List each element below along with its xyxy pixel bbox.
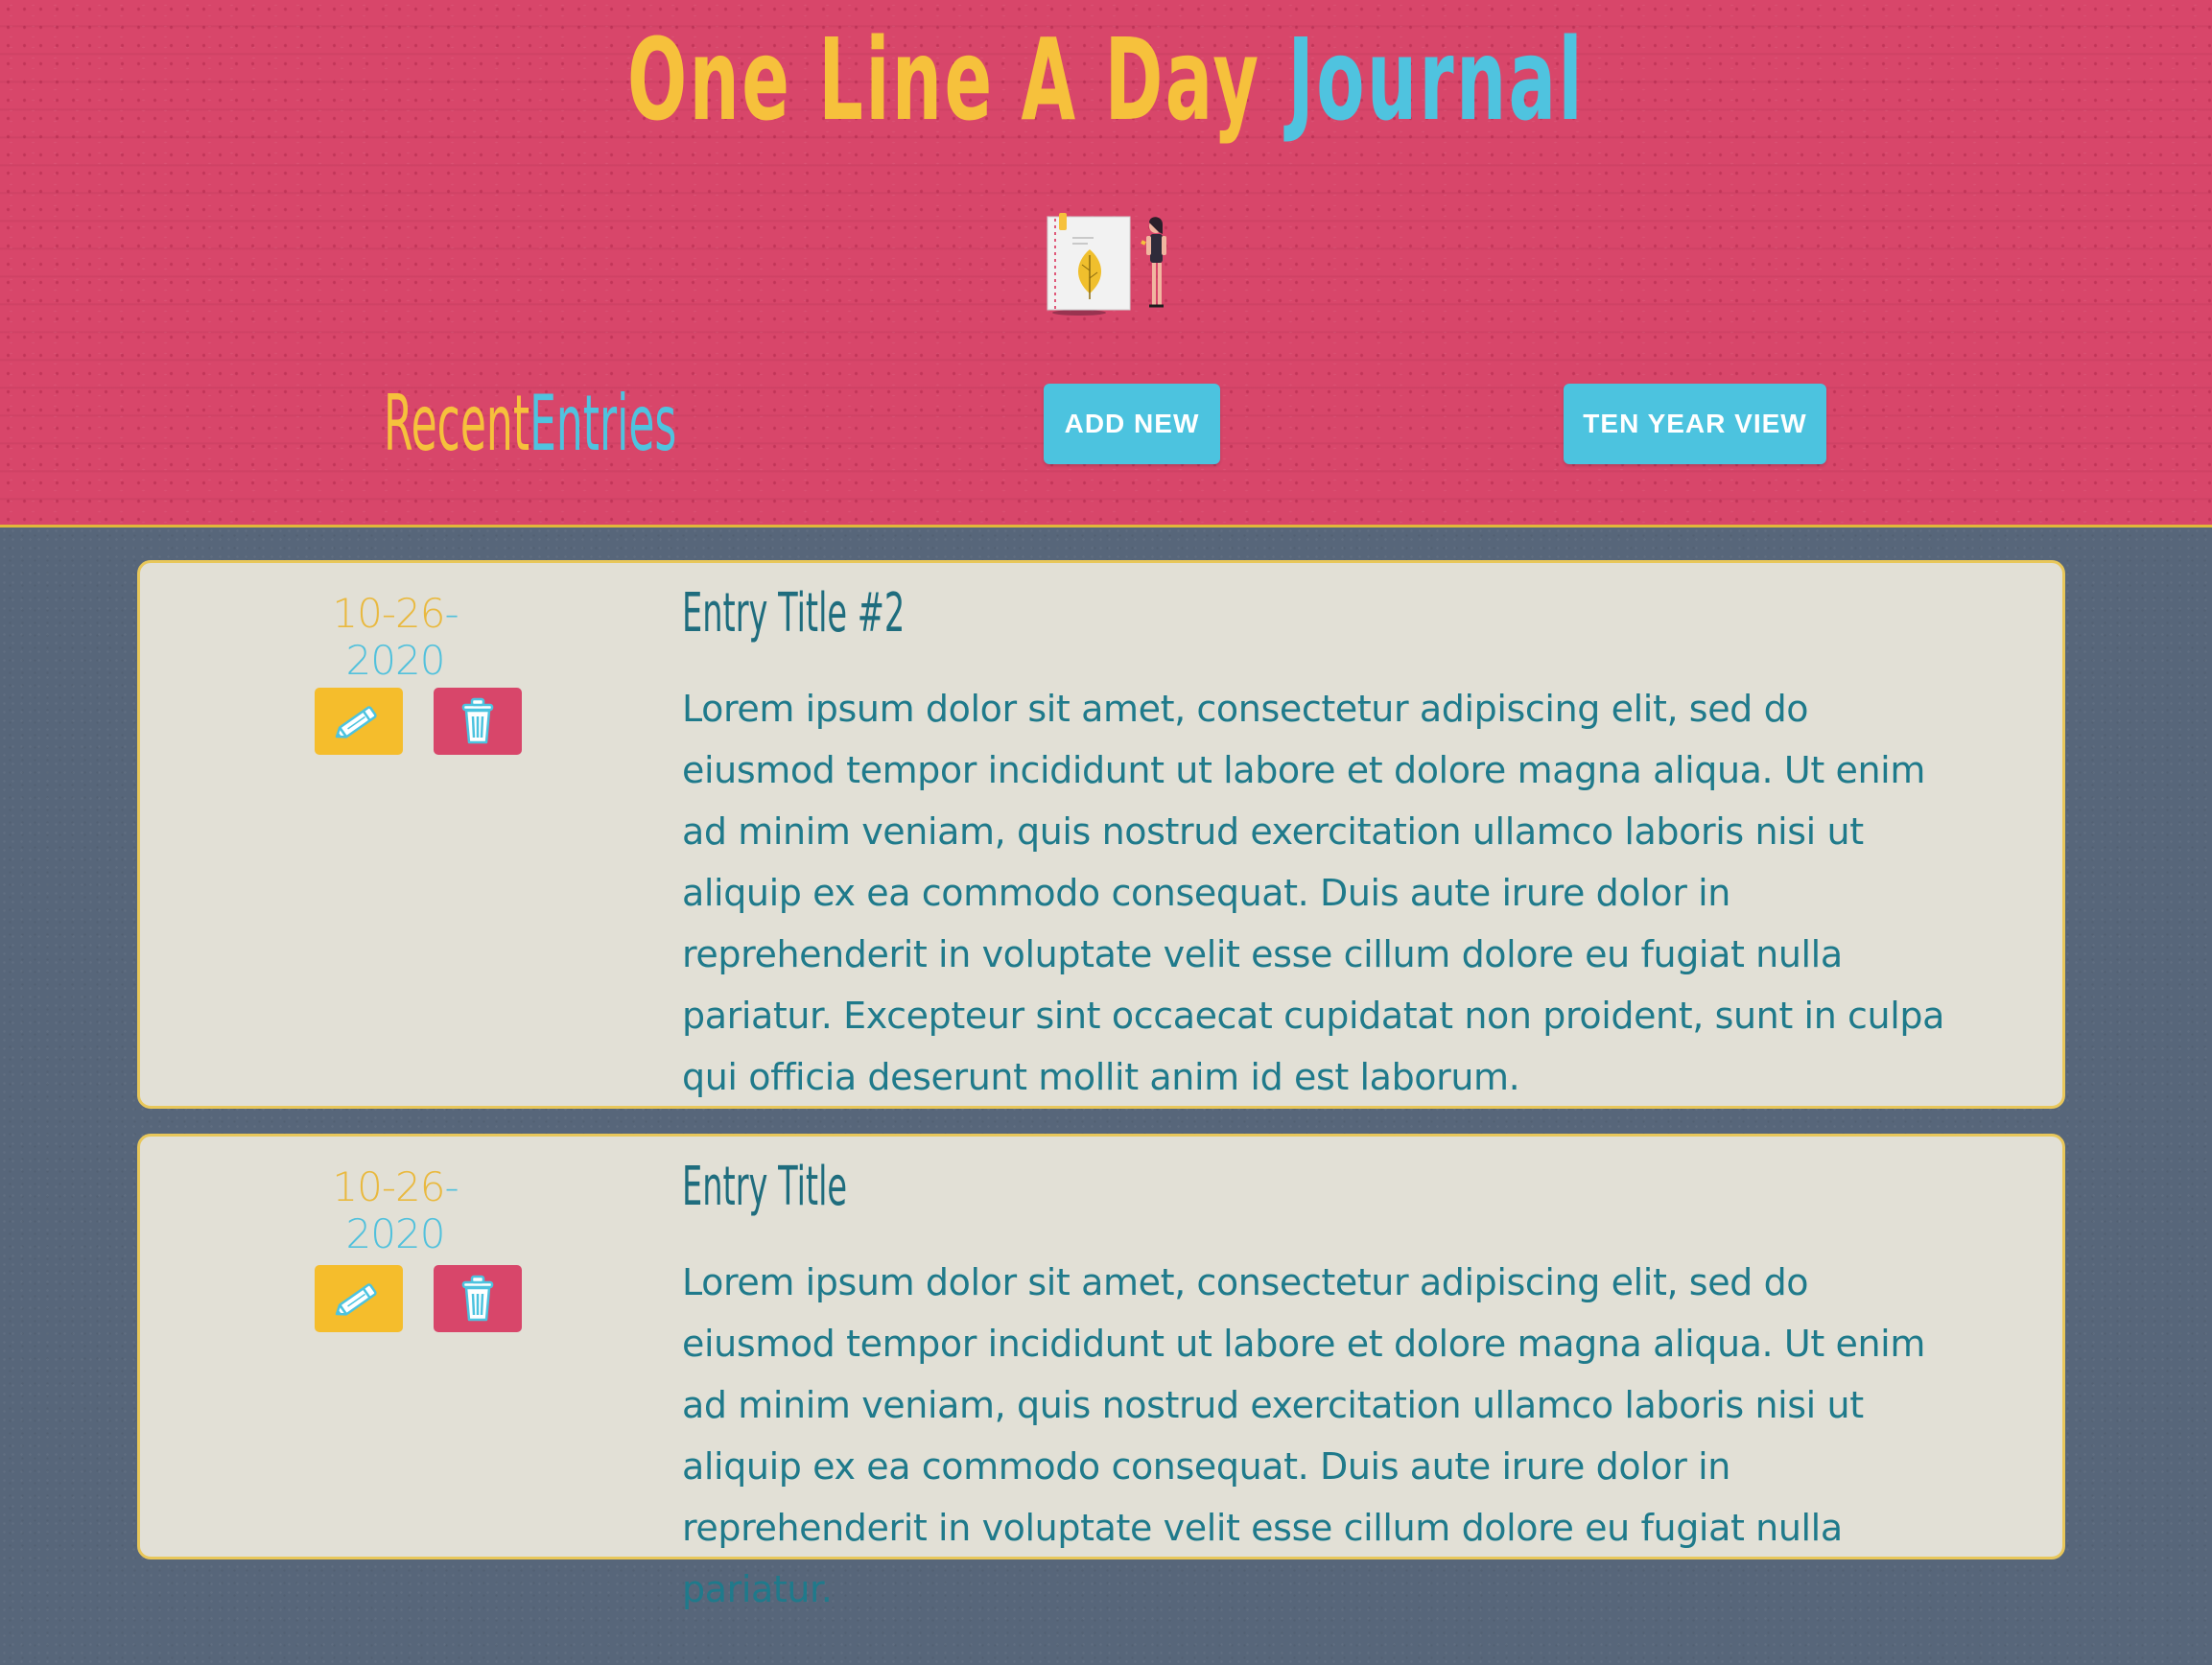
entry-date: 10-26-2020	[301, 1163, 489, 1257]
edit-entry-button[interactable]	[315, 688, 403, 755]
entry-card: 10-26-2020 Entry Title Lorem ipsum dolor…	[137, 1134, 2065, 1610]
journal-illustration	[1047, 213, 1166, 316]
date-separator: -	[381, 1163, 396, 1210]
entry-date-month: 10	[332, 1163, 382, 1210]
entry-date-day: 26	[395, 590, 445, 637]
entry-date-year: 2020	[345, 1210, 446, 1257]
entry-card: 10-26-2020 Entry Title #2 Lorem ipsum do…	[137, 560, 2065, 1109]
entry-date-day: 26	[395, 1163, 445, 1210]
title-part-two: Journal	[1287, 13, 1586, 146]
site-header: One Line A Day Journal RecentEntries ADD…	[0, 0, 2212, 528]
entry-body: Lorem ipsum dolor sit amet, consectetur …	[682, 688, 1944, 1098]
pencil-icon	[335, 1283, 377, 1316]
edit-entry-button[interactable]	[315, 1265, 403, 1332]
entry-body: Lorem ipsum dolor sit amet, consectetur …	[682, 1261, 1925, 1610]
date-separator: -	[444, 1163, 459, 1210]
date-separator: -	[381, 590, 396, 637]
recent-heading-part-two: Entries	[529, 379, 677, 468]
delete-entry-button[interactable]	[434, 688, 522, 755]
entry-title: Entry Title	[682, 1156, 848, 1218]
entry-date: 10-26-2020	[301, 590, 489, 684]
delete-entry-button[interactable]	[434, 1265, 522, 1332]
ten-year-view-button[interactable]: TEN YEAR VIEW	[1564, 384, 1826, 464]
recent-entries-heading: RecentEntries	[384, 376, 676, 472]
entry-date-year: 2020	[345, 637, 446, 684]
recent-heading-part-one: Recent	[384, 379, 530, 468]
entry-title: Entry Title #2	[682, 582, 906, 645]
page-title: One Line A Day Journal	[420, 8, 1792, 152]
title-part-one: One Line A Day	[626, 13, 1261, 146]
date-separator: -	[444, 590, 459, 637]
add-new-button[interactable]: ADD NEW	[1044, 384, 1220, 464]
trash-icon	[461, 1275, 494, 1322]
entry-date-month: 10	[332, 590, 382, 637]
pencil-icon	[335, 706, 377, 739]
trash-icon	[461, 697, 494, 744]
